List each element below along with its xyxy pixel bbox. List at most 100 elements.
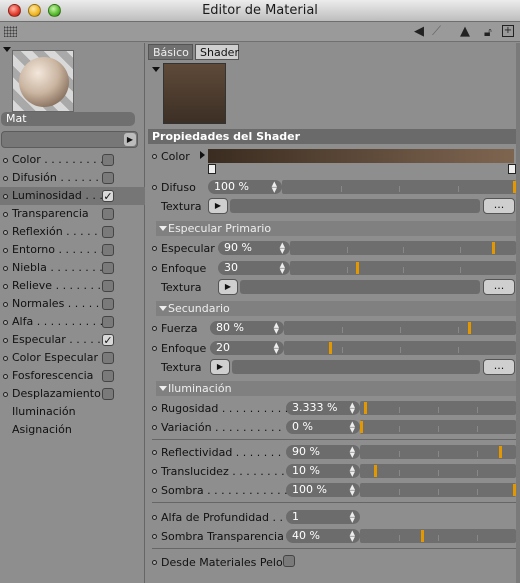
back-arrow-icon[interactable]: ◀ — [414, 25, 424, 39]
channel-item[interactable]: Niebla . . . . . . . . — [0, 259, 145, 277]
channel-checkbox[interactable] — [102, 352, 114, 364]
diffuse-input[interactable]: 100 % ▲ ▼ — [208, 180, 282, 194]
translucency-input[interactable]: 10 % ▲ ▼ — [286, 464, 360, 478]
preview-menu-icon[interactable] — [3, 47, 11, 52]
animate-dot-icon[interactable] — [152, 515, 157, 520]
channel-item[interactable]: Color Especular — [0, 349, 145, 367]
depth-alpha-input[interactable]: 1 ▲ ▼ — [286, 510, 360, 524]
translucency-slider[interactable] — [360, 464, 516, 478]
texture-field[interactable] — [230, 199, 480, 213]
slider-handle[interactable] — [420, 530, 424, 542]
texture-browse-button[interactable]: ... — [483, 198, 515, 214]
shadow-slider[interactable] — [360, 483, 516, 497]
shadow-transparency-slider[interactable] — [360, 529, 516, 543]
swatch-menu-icon[interactable] — [152, 67, 160, 72]
channel-item[interactable]: Transparencia — [0, 205, 145, 223]
lock-icon[interactable]: 🔓︎ — [484, 25, 492, 39]
channel-checkbox[interactable] — [102, 208, 114, 220]
specular-slider[interactable] — [290, 241, 516, 255]
animate-dot-icon[interactable] — [152, 266, 157, 271]
focus2-slider[interactable] — [284, 341, 516, 355]
slider-handle[interactable] — [328, 342, 332, 354]
roughness-input[interactable]: 3.333 % ▲ ▼ — [286, 401, 360, 415]
stepper-icon[interactable]: ▲ ▼ — [272, 181, 277, 194]
strength-slider[interactable] — [284, 321, 516, 335]
texture-menu-button[interactable]: ▶ — [208, 198, 228, 214]
texture-field[interactable] — [240, 280, 480, 294]
color-gradient-bar[interactable] — [208, 149, 514, 163]
color-expand-icon[interactable] — [200, 151, 205, 159]
channel-checkbox[interactable] — [102, 388, 114, 400]
stepper-icon[interactable]: ▲ ▼ — [350, 402, 355, 415]
channel-checkbox[interactable]: ✓ — [102, 334, 114, 346]
channel-item[interactable]: Luminosidad . . . ✓ — [0, 187, 145, 205]
stepper-icon[interactable]: ▲ ▼ — [274, 322, 279, 335]
section-secondary[interactable]: Secundario — [156, 301, 520, 316]
gradient-knob-right[interactable] — [508, 164, 516, 174]
reflectivity-input[interactable]: 90 % ▲ ▼ — [286, 445, 360, 459]
shadow-transparency-input[interactable]: 40 % ▲ ▼ — [286, 529, 360, 543]
stepper-icon[interactable]: ▲ ▼ — [350, 484, 355, 497]
variation-input[interactable]: 0 % ▲ ▼ — [286, 420, 360, 434]
channel-scroll-bar[interactable]: ▶ — [1, 131, 138, 148]
stepper-icon[interactable]: ▲ ▼ — [280, 262, 285, 275]
tab-shader[interactable]: Shader — [195, 44, 239, 60]
channel-item[interactable]: Fosforescencia — [0, 367, 145, 385]
animate-dot-icon[interactable] — [152, 450, 157, 455]
grip-icon[interactable] — [4, 26, 17, 37]
animate-dot-icon[interactable] — [152, 406, 157, 411]
roughness-slider[interactable] — [360, 401, 516, 415]
texture-field[interactable] — [232, 360, 480, 374]
section-lighting[interactable]: Iluminación — [156, 381, 520, 396]
channel-item[interactable]: Desplazamiento — [0, 385, 145, 403]
channel-checkbox[interactable] — [102, 172, 114, 184]
slider-handle[interactable] — [498, 446, 502, 458]
channel-item[interactable]: Color . . . . . . . . . — [0, 151, 145, 169]
slider-handle[interactable] — [491, 242, 495, 254]
channel-item[interactable]: Entorno . . . . . . . . — [0, 241, 145, 259]
slider-handle[interactable] — [468, 322, 472, 334]
channel-checkbox[interactable] — [102, 298, 114, 310]
up-arrow-icon[interactable]: ▲ — [460, 25, 470, 39]
tab-basic[interactable]: Básico — [148, 44, 193, 60]
channel-item[interactable]: Normales . . . . . . . — [0, 295, 145, 313]
from-hair-checkbox[interactable] — [283, 555, 295, 567]
animate-dot-icon[interactable] — [152, 534, 157, 539]
focus-slider[interactable] — [290, 261, 516, 275]
slider-handle[interactable] — [374, 465, 378, 477]
stepper-icon[interactable]: ▲ ▼ — [274, 342, 279, 355]
texture-browse-button[interactable]: ... — [483, 279, 515, 295]
channel-checkbox[interactable] — [102, 244, 114, 256]
animate-dot-icon[interactable] — [152, 346, 157, 351]
stepper-icon[interactable]: ▲ ▼ — [350, 530, 355, 543]
diffuse-slider[interactable] — [282, 180, 516, 194]
channel-checkbox[interactable] — [102, 226, 114, 238]
channel-item[interactable]: Especular . . . . . ✓ — [0, 331, 145, 349]
texture-browse-button[interactable]: ... — [483, 359, 515, 375]
material-preview[interactable] — [12, 50, 74, 112]
channel-checkbox[interactable] — [102, 154, 114, 166]
gradient-knob-left[interactable] — [208, 164, 216, 174]
focus2-input[interactable]: 20 ▲ ▼ — [210, 341, 284, 355]
stepper-icon[interactable]: ▲ ▼ — [350, 421, 355, 434]
channel-item[interactable]: Alfa . . . . . . . . . . — [0, 313, 145, 331]
reflectivity-slider[interactable] — [360, 445, 516, 459]
material-name-field[interactable]: Mat — [1, 112, 135, 126]
animate-dot-icon[interactable] — [152, 425, 157, 430]
channel-checkbox[interactable]: ✓ — [102, 190, 114, 202]
channel-item[interactable]: Relieve . . . . . . . . — [0, 277, 145, 295]
strength-input[interactable]: 80 % ▲ ▼ — [210, 321, 284, 335]
stepper-icon[interactable]: ▲ ▼ — [350, 446, 355, 459]
shadow-input[interactable]: 100 % ▲ ▼ — [286, 483, 360, 497]
animate-dot-icon[interactable] — [152, 488, 157, 493]
section-specular-primary[interactable]: Especular Primario — [156, 221, 520, 236]
channel-item[interactable]: Difusión . . . . . . . — [0, 169, 145, 187]
focus-input[interactable]: 30 ▲ ▼ — [218, 261, 290, 275]
animate-dot-icon[interactable] — [152, 326, 157, 331]
animate-dot-icon[interactable] — [152, 469, 157, 474]
channel-item[interactable]: Iluminación — [0, 403, 145, 421]
stepper-icon[interactable]: ▲ ▼ — [350, 465, 355, 478]
specular-input[interactable]: 90 % ▲ ▼ — [218, 241, 290, 255]
channel-checkbox[interactable] — [102, 280, 114, 292]
variation-slider[interactable] — [360, 420, 516, 434]
